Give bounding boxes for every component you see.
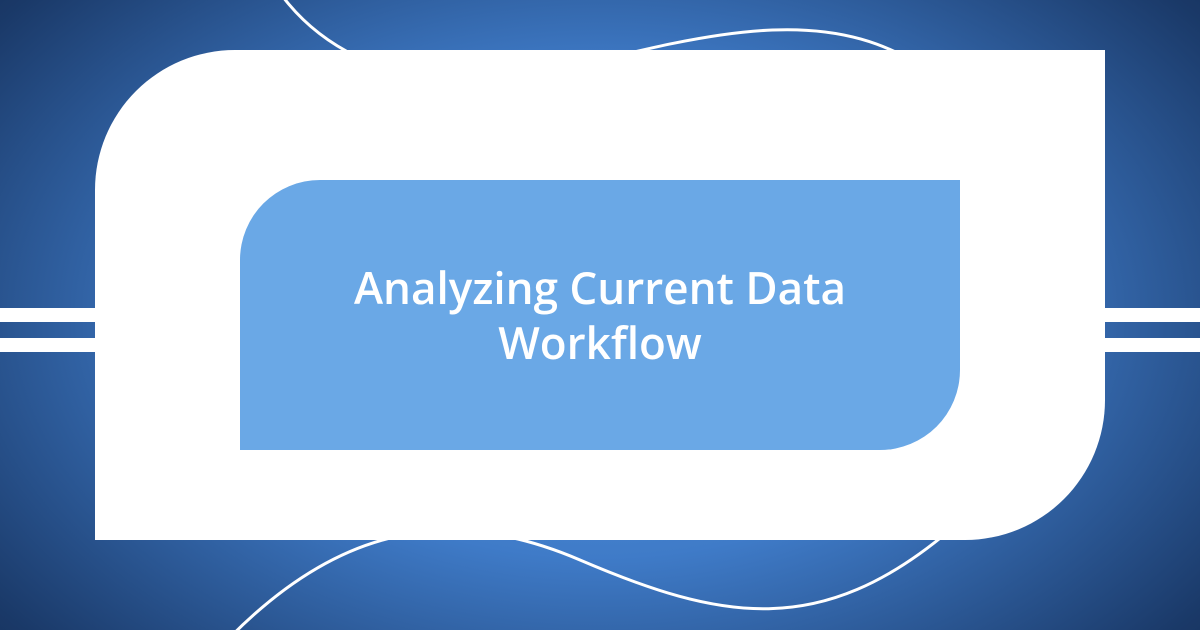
inner-card: Analyzing Current Data Workflow [240,180,960,450]
card-title: Analyzing Current Data Workflow [300,260,900,370]
